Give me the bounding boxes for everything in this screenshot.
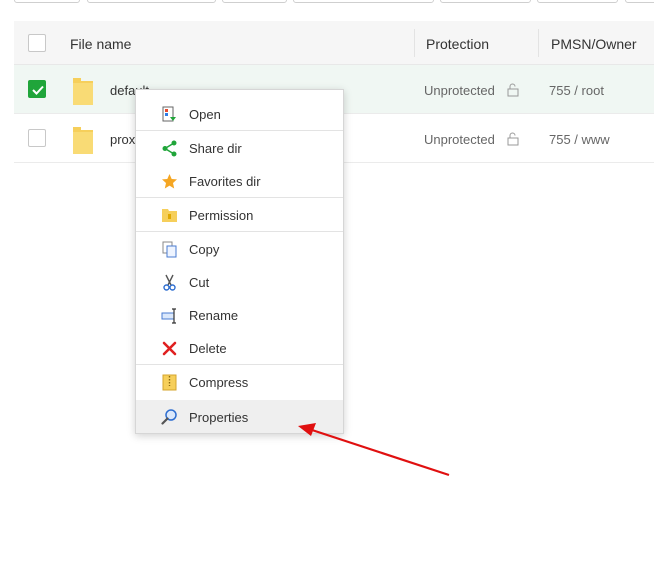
annotation-arrow xyxy=(298,423,450,477)
